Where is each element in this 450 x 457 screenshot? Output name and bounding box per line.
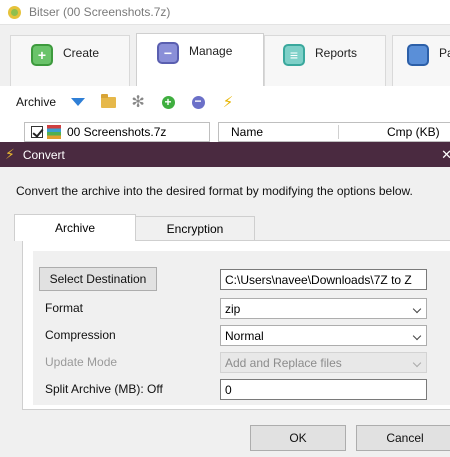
tree-item-checkbox[interactable]: [31, 126, 43, 138]
select-destination-button[interactable]: Select Destination: [39, 267, 157, 291]
column-header-name[interactable]: Name: [219, 125, 339, 139]
compression-select[interactable]: Normal: [220, 325, 427, 346]
close-icon[interactable]: ✕: [441, 147, 450, 163]
tab-archive[interactable]: Archive: [14, 214, 136, 241]
format-label: Format: [45, 301, 84, 315]
gear-icon[interactable]: ✻: [130, 94, 146, 111]
cancel-button[interactable]: Cancel: [356, 425, 450, 451]
toolbar-label: Archive: [16, 95, 57, 109]
tab-encryption[interactable]: Encryption: [135, 216, 255, 240]
ribbon-tab-label: Create: [63, 46, 100, 60]
ribbon: + Create − Manage ≡ Reports Pa: [0, 24, 450, 87]
minus-square-icon: −: [157, 42, 179, 64]
archive-tree-item[interactable]: 00 Screenshots.7z: [24, 122, 210, 142]
plus-square-icon: +: [31, 44, 53, 66]
report-icon: ≡: [283, 44, 305, 66]
split-archive-input[interactable]: 0: [220, 379, 427, 400]
ribbon-tab-partial[interactable]: Pa: [392, 35, 450, 87]
add-icon[interactable]: +: [160, 94, 176, 110]
dropdown-arrow-icon[interactable]: [70, 94, 86, 110]
archive-file-icon: [47, 125, 61, 139]
convert-bolt-icon: ⚡: [5, 146, 15, 162]
ribbon-tab-label: Manage: [189, 44, 233, 58]
ribbon-tab-label: Reports: [315, 46, 358, 60]
destination-path-input[interactable]: C:\Users\navee\Downloads\7Z to Z: [220, 269, 427, 290]
bitser-app-icon: [8, 5, 21, 19]
tree-item-label: 00 Screenshots.7z: [67, 125, 167, 139]
main-content: Archive ✻ + − ⚡ 00 Screenshots.7z Name C…: [0, 86, 450, 142]
column-header-cmp[interactable]: Cmp (KB): [339, 125, 450, 139]
key-icon: [407, 44, 429, 66]
file-grid-header: Name Cmp (KB): [218, 122, 450, 142]
ribbon-tab-reports[interactable]: ≡ Reports: [264, 35, 386, 87]
split-archive-label: Split Archive (MB): Off: [45, 382, 163, 396]
archive-tab-panel: Select Destination C:\Users\navee\Downlo…: [22, 240, 450, 410]
update-mode-value: Add and Replace files: [225, 355, 342, 370]
update-mode-select: Add and Replace files: [220, 352, 427, 373]
update-mode-label: Update Mode: [45, 355, 118, 369]
remove-icon[interactable]: −: [190, 94, 206, 110]
ribbon-tab-create[interactable]: + Create: [10, 35, 130, 87]
convert-bolt-icon[interactable]: ⚡: [220, 94, 236, 111]
main-window-title: Bitser (00 Screenshots.7z): [29, 5, 171, 19]
archive-toolbar: Archive ✻ + − ⚡: [16, 93, 250, 111]
dialog-titlebar: ⚡ Convert ✕: [0, 142, 450, 167]
dialog-description: Convert the archive into the desired for…: [16, 184, 413, 198]
ribbon-tab-label: Pa: [439, 46, 450, 60]
format-select[interactable]: zip: [220, 298, 427, 319]
main-window-titlebar: Bitser (00 Screenshots.7z): [0, 0, 450, 24]
ok-button[interactable]: OK: [250, 425, 346, 451]
compression-label: Compression: [45, 328, 116, 342]
compression-value: Normal: [225, 328, 264, 343]
folder-icon[interactable]: [100, 93, 116, 110]
ribbon-tab-manage[interactable]: − Manage: [136, 33, 264, 87]
format-value: zip: [225, 301, 241, 316]
options-group: Select Destination C:\Users\navee\Downlo…: [33, 251, 450, 405]
convert-dialog: ⚡ Convert ✕ Convert the archive into the…: [0, 142, 450, 457]
dialog-title: Convert: [22, 147, 65, 162]
